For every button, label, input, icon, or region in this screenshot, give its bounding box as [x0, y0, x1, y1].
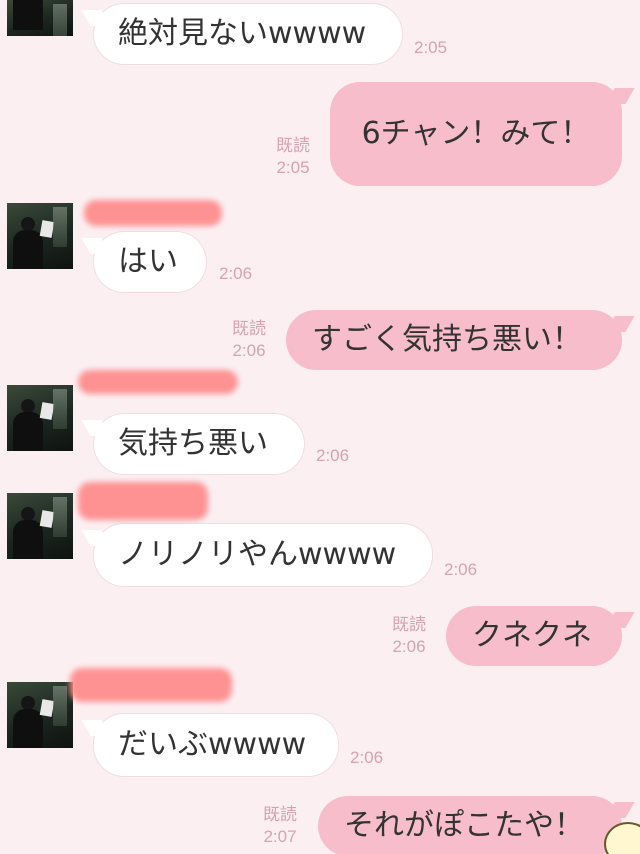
redacted-sender-name	[84, 200, 222, 226]
message-text: それがぽこたや！	[344, 808, 584, 843]
message-time: 2:06	[350, 748, 384, 767]
message-meta: 既読 2:05	[276, 135, 310, 179]
message-time: 2:06	[232, 341, 266, 360]
redacted-sender-name	[70, 668, 232, 702]
message-meta: 既読 2:06	[392, 614, 426, 658]
outgoing-message-bubble[interactable]: すごく気持ち悪い！	[286, 310, 622, 370]
chat-area[interactable]: 絶対見ないwwww 2:05 既読 2:05 6チャン！みて！ はい 2:06 …	[0, 0, 640, 854]
sender-avatar[interactable]	[7, 682, 73, 748]
message-meta: 既読 2:07	[263, 804, 297, 848]
incoming-message-bubble[interactable]: 気持ち悪い	[94, 414, 304, 474]
redacted-sender-name	[78, 370, 238, 394]
incoming-message-bubble[interactable]: はい	[94, 232, 206, 292]
sender-avatar[interactable]	[7, 493, 73, 559]
message-time: 2:06	[219, 264, 253, 283]
outgoing-message-bubble[interactable]: 6チャン！みて！	[330, 82, 622, 186]
message-text: クネクネ	[472, 618, 592, 653]
incoming-message-bubble[interactable]: だいぶwwww	[94, 714, 338, 776]
sender-avatar[interactable]	[7, 0, 73, 36]
message-text: ノリノリやんwwww	[118, 537, 397, 572]
read-receipt: 既読	[232, 319, 266, 338]
message-text: 絶対見ないwwww	[118, 16, 367, 51]
message-text: だいぶwwww	[118, 727, 307, 762]
read-receipt: 既読	[392, 615, 426, 634]
sender-avatar[interactable]	[7, 203, 73, 269]
outgoing-message-bubble[interactable]: クネクネ	[446, 606, 622, 666]
message-time: 2:06	[392, 637, 426, 656]
message-time: 2:06	[316, 446, 350, 465]
message-time: 2:05	[276, 158, 310, 177]
message-time: 2:07	[263, 827, 297, 846]
message-text: すごく気持ち悪い！	[312, 322, 582, 357]
outgoing-message-bubble[interactable]: それがぽこたや！	[318, 796, 622, 854]
message-time: 2:06	[444, 560, 478, 579]
redacted-sender-name	[78, 482, 208, 520]
incoming-message-bubble[interactable]: ノリノリやんwwww	[94, 524, 432, 586]
message-time: 2:05	[414, 38, 448, 57]
incoming-message-bubble[interactable]: 絶対見ないwwww	[94, 4, 402, 64]
read-receipt: 既読	[263, 805, 297, 824]
message-meta: 既読 2:06	[232, 318, 266, 362]
message-text: 気持ち悪い	[118, 426, 268, 461]
message-text: 6チャン！みて！	[361, 116, 591, 151]
sender-avatar[interactable]	[7, 385, 73, 451]
message-text: はい	[118, 244, 178, 279]
read-receipt: 既読	[276, 136, 310, 155]
